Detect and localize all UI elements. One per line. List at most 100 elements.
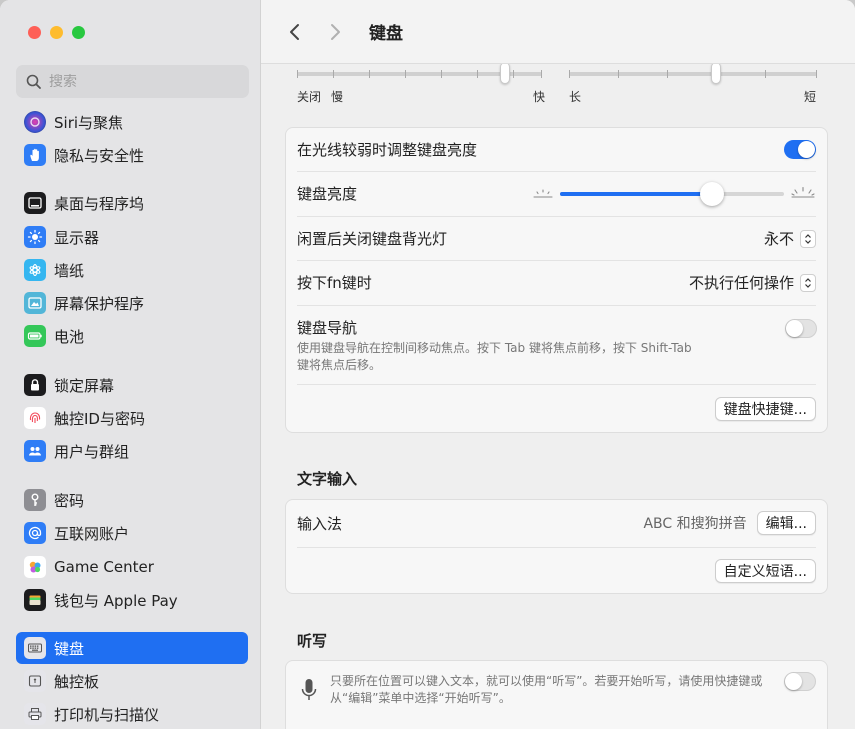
sidebar-item-label: 墙纸 [54, 261, 85, 280]
dock-icon [24, 192, 46, 214]
keyboard-navigation-toggle[interactable] [785, 319, 817, 338]
popup-stepper-icon [800, 273, 816, 292]
keyboard-icon [24, 637, 46, 659]
keyboard-navigation-desc-1: 使用键盘导航在控制间移动焦点。按下 Tab 键将焦点前移，按下 Shift-Ta… [297, 341, 692, 355]
slider-tick [569, 70, 570, 78]
sidebar-item-passwords[interactable]: 密码 [16, 484, 248, 516]
slider-thumb[interactable] [500, 62, 510, 84]
idle-off-popup[interactable]: 永不 [764, 228, 816, 249]
back-button[interactable] [281, 18, 309, 46]
slider-thumb[interactable] [700, 181, 725, 206]
search-field[interactable] [16, 65, 249, 98]
text-input-card: 输入法 ABC 和搜狗拼音 编辑... 自定义短语... [285, 499, 828, 594]
fn-key-label: 按下fn键时 [297, 274, 372, 292]
sidebar-item-label: 隐私与安全性 [54, 146, 145, 165]
chevron-left-icon [290, 23, 299, 40]
repeat-delay-slider[interactable] [569, 62, 817, 104]
slider-thumb[interactable] [711, 62, 721, 84]
sidebar-item-keyboard[interactable]: 键盘 [16, 632, 248, 664]
popup-stepper-icon [800, 229, 816, 248]
divider [297, 305, 816, 306]
microphone-icon [300, 678, 318, 708]
brightness-low-icon [533, 188, 553, 198]
sidebar-item-privacy[interactable]: 隐私与安全性 [16, 139, 248, 171]
slider-tick [477, 70, 478, 78]
wallet-icon [24, 589, 46, 611]
sidebar-item-users[interactable]: 用户与群组 [16, 435, 248, 467]
idle-off-row: 闲置后关闭键盘背光灯 永不 [286, 217, 827, 260]
sidebar-item-battery[interactable]: 电池 [16, 320, 248, 352]
forward-button[interactable] [321, 18, 349, 46]
slider-tick [513, 70, 514, 78]
sidebar-item-displays[interactable]: 显示器 [16, 221, 248, 253]
input-sources-label: 输入法 [297, 514, 343, 533]
sidebar-item-screensaver[interactable]: 屏幕保护程序 [16, 287, 248, 319]
siri-icon [24, 111, 46, 133]
zoom-window-button[interactable] [72, 26, 85, 39]
lock-icon [24, 374, 46, 396]
sidebar-item-siri[interactable]: Siri与聚焦 [16, 106, 248, 138]
toggle-knob [798, 141, 815, 158]
sidebar-item-trackpad[interactable]: 触控板 [16, 665, 248, 697]
dictation-desc: 只要所在位置可以键入文本，就可以使用“听写”。若要开始听写，请使用快捷键或 从“… [330, 673, 780, 707]
screensaver-icon [24, 292, 46, 314]
text-replacements-button[interactable]: 自定义短语... [714, 559, 816, 583]
sidebar-item-label: 钱包与 Apple Pay [54, 591, 178, 610]
window-controls [28, 26, 85, 39]
sidebar-item-label: 显示器 [54, 228, 100, 247]
delay-long-label: 长 [569, 90, 582, 104]
battery-icon [24, 325, 46, 347]
idle-off-label: 闲置后关闭键盘背光灯 [297, 230, 448, 248]
sidebar-item-label: 触控板 [54, 672, 100, 691]
sun-icon [24, 226, 46, 248]
fn-key-row: 按下fn键时 不执行任何操作 [286, 261, 827, 304]
repeat-rate-slow-label: 慢 [331, 90, 344, 104]
slider-tick [333, 70, 334, 78]
sidebar-item-internet-accounts[interactable]: 互联网账户 [16, 517, 248, 549]
repeat-rate-fast-label: 快 [533, 90, 546, 104]
search-input[interactable] [49, 73, 239, 90]
dictation-section-title: 听写 [297, 632, 328, 650]
brightness-label: 键盘亮度 [297, 185, 358, 203]
slider-track [569, 72, 817, 76]
keyboard-shortcuts-button[interactable]: 键盘快捷键... [714, 397, 816, 421]
search-icon [26, 74, 41, 89]
sidebar-item-game-center[interactable]: Game Center [16, 551, 248, 583]
sidebar-item-wallet[interactable]: 钱包与 Apple Pay [16, 584, 248, 616]
flower-icon [24, 259, 46, 281]
toolbar: 键盘 [261, 0, 855, 64]
sidebar-item-label: 密码 [54, 491, 85, 510]
sidebar-item-label: 桌面与程序坞 [54, 194, 145, 213]
dictation-desc-2: 从“编辑”菜单中选择“开始听写”。 [330, 691, 511, 705]
sidebar-item-label: 键盘 [54, 639, 85, 658]
auto-brightness-toggle[interactable] [784, 140, 816, 159]
divider [297, 384, 816, 385]
minimize-window-button[interactable] [50, 26, 63, 39]
keyboard-navigation-label: 键盘导航 [297, 319, 358, 337]
brightness-high-icon [791, 186, 815, 198]
dictation-card: 只要所在位置可以键入文本，就可以使用“听写”。若要开始听写，请使用快捷键或 从“… [285, 660, 828, 729]
edit-input-sources-button[interactable]: 编辑... [756, 511, 816, 535]
fn-key-value: 不执行任何操作 [688, 274, 794, 292]
sidebar-item-lock-screen[interactable]: 锁定屏幕 [16, 369, 248, 401]
slider-tick [541, 70, 542, 78]
sidebar-item-wallpaper[interactable]: 墙纸 [16, 254, 248, 286]
slider-tick [297, 70, 298, 78]
printer-icon [24, 703, 46, 725]
slider-fill [560, 191, 713, 196]
close-window-button[interactable] [28, 26, 41, 39]
brightness-slider[interactable] [560, 181, 784, 206]
sidebar-item-desktop-dock[interactable]: 桌面与程序坞 [16, 187, 248, 219]
auto-brightness-row: 在光线较弱时调整键盘亮度 [286, 128, 827, 171]
sidebar-item-printers[interactable]: 打印机与扫描仪 [16, 698, 248, 729]
slider-tick [405, 70, 406, 78]
dictation-toggle[interactable] [784, 672, 816, 691]
fn-key-popup[interactable]: 不执行任何操作 [689, 272, 816, 293]
slider-tick [765, 70, 766, 78]
sidebar-item-touch-id[interactable]: 触控ID与密码 [16, 402, 248, 434]
sidebar-item-label: 电池 [54, 327, 85, 346]
users-icon [24, 440, 46, 462]
toggle-knob [786, 320, 803, 337]
sidebar-item-label: 用户与群组 [54, 442, 130, 461]
slider-tick [816, 70, 817, 78]
